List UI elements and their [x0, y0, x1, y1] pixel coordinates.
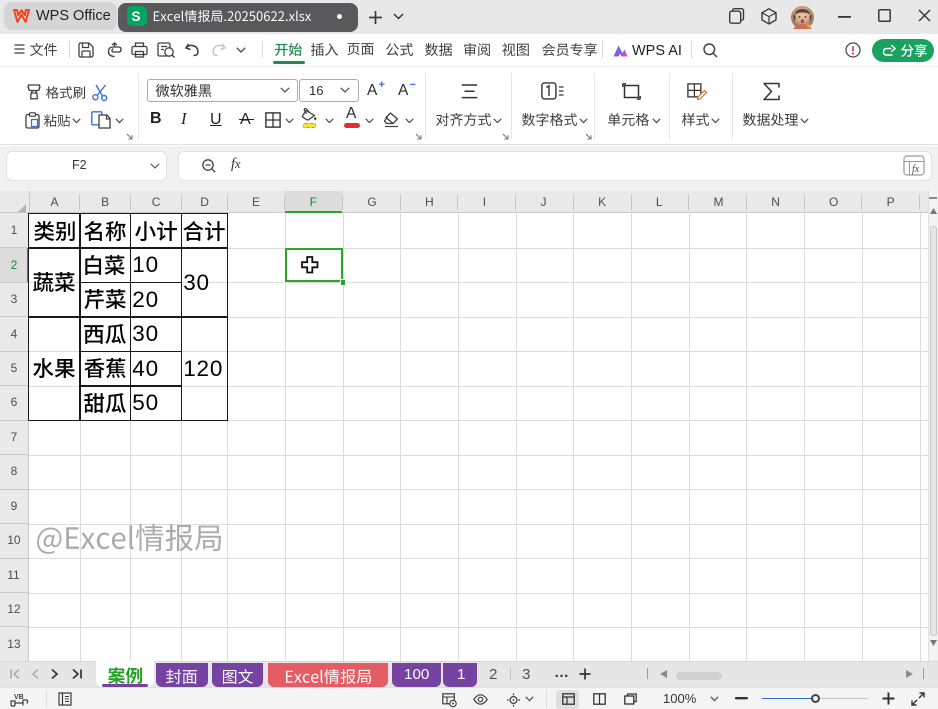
svg-text:fx: fx: [912, 164, 920, 175]
svg-text:VB: VB: [14, 694, 24, 701]
